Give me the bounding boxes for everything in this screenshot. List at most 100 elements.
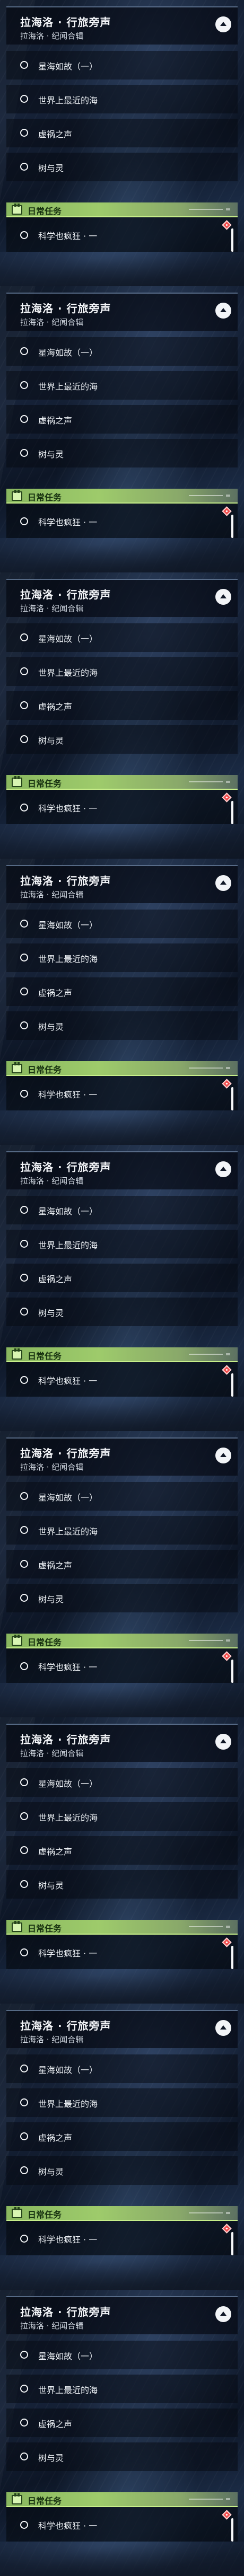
quest-header[interactable]: 拉海洛 · 行旅旁声 拉海洛 · 纪闻合辑 — [6, 1437, 238, 1476]
daily-task-item[interactable]: 科学也疯狂 · 一 — [6, 2507, 238, 2542]
objective-item[interactable]: 星海如故（一） — [6, 2054, 238, 2083]
objective-item[interactable]: 树与灵 — [6, 725, 238, 754]
daily-task-banner: 日常任务 — [6, 1347, 238, 1362]
daily-task-item[interactable]: 科学也疯狂 · 一 — [6, 1935, 238, 1969]
daily-task-item[interactable]: 科学也疯狂 · 一 — [6, 1362, 238, 1397]
quest-header[interactable]: 拉海洛 · 行旅旁声 拉海洛 · 纪闻合辑 — [6, 1724, 238, 1762]
objective-item[interactable]: 世界上最近的海 — [6, 2375, 238, 2403]
objective-item[interactable]: 虚祸之声 — [6, 1550, 238, 1578]
daily-task-item[interactable]: 科学也疯狂 · 一 — [6, 504, 238, 538]
objective-item[interactable]: 世界上最近的海 — [6, 85, 238, 113]
objective-item[interactable]: 星海如故（一） — [6, 51, 238, 80]
daily-task-item[interactable]: 科学也疯狂 · 一 — [6, 1648, 238, 1683]
quest-header[interactable]: 拉海洛 · 行旅旁声 拉海洛 · 纪闻合辑 — [6, 865, 238, 903]
circle-icon — [20, 1662, 28, 1670]
quest-panel: 拉海洛 · 行旅旁声 拉海洛 · 纪闻合辑星海如故（一） 世界上最近的海虚祸之声树与… — [0, 2004, 244, 2290]
objective-item[interactable]: 树与灵 — [6, 2442, 238, 2471]
objective-item[interactable]: 树与灵 — [6, 2156, 238, 2185]
scrollbar[interactable] — [231, 801, 233, 824]
quest-header[interactable]: 拉海洛 · 行旅旁声 拉海洛 · 纪闻合辑 — [6, 579, 238, 617]
objective-item[interactable]: 世界上最近的海 — [6, 2088, 238, 2117]
scrollbar[interactable] — [231, 515, 233, 538]
daily-task-banner: 日常任务 — [6, 1061, 238, 1076]
daily-task-banner: 日常任务 — [6, 1634, 238, 1648]
objective-item[interactable]: 虚祸之声 — [6, 2409, 238, 2437]
diamond-icon — [222, 220, 232, 230]
scrollbar[interactable] — [231, 1946, 233, 1969]
collapse-button[interactable] — [215, 1161, 231, 1177]
daily-task-item[interactable]: 科学也疯狂 · 一 — [6, 790, 238, 824]
quest-subtitle: 拉海洛 · 纪闻合辑 — [20, 604, 84, 613]
daily-task-item[interactable]: 科学也疯狂 · 一 — [6, 2221, 238, 2255]
scrollbar[interactable] — [231, 1087, 233, 1110]
objective-item[interactable]: 星海如故（一） — [6, 1482, 238, 1511]
quest-header[interactable]: 拉海洛 · 行旅旁声 拉海洛 · 纪闻合辑 — [6, 293, 238, 331]
objective-item[interactable]: 世界上最近的海 — [6, 371, 238, 400]
scrollbar[interactable] — [231, 1660, 233, 1683]
collapse-button[interactable] — [215, 875, 231, 891]
objective-item[interactable]: 星海如故（一） — [6, 910, 238, 938]
quest-header[interactable]: 拉海洛 · 行旅旁声 拉海洛 · 纪闻合辑 — [6, 2296, 238, 2334]
objective-item[interactable]: 星海如故（一） — [6, 1768, 238, 1797]
objective-item[interactable]: 星海如故（一） — [6, 2341, 238, 2369]
circle-icon — [20, 1308, 28, 1316]
daily-task-label: 科学也疯狂 · 一 — [38, 231, 98, 241]
circle-icon — [20, 1090, 28, 1098]
objective-item[interactable]: 树与灵 — [6, 1011, 238, 1040]
objective-label: 树与灵 — [38, 2453, 64, 2463]
chevron-up-icon — [220, 1167, 226, 1171]
collapse-button[interactable] — [215, 303, 231, 319]
objective-item[interactable]: 虚祸之声 — [6, 119, 238, 147]
objective-item[interactable]: 虚祸之声 — [6, 691, 238, 720]
collapse-button[interactable] — [215, 2020, 231, 2036]
objective-label: 虚祸之声 — [38, 2133, 73, 2143]
objective-item[interactable]: 星海如故（一） — [6, 1196, 238, 1224]
scrollbar[interactable] — [231, 1373, 233, 1397]
quest-title: 拉海洛 · 行旅旁声 — [20, 1733, 111, 1746]
quest-subtitle: 拉海洛 · 纪闻合辑 — [20, 31, 84, 41]
diamond-icon — [222, 506, 232, 516]
objective-item[interactable]: 世界上最近的海 — [6, 943, 238, 972]
quest-subtitle: 拉海洛 · 纪闻合辑 — [20, 1462, 84, 1472]
circle-icon — [20, 2166, 28, 2174]
collapse-button[interactable] — [215, 1448, 231, 1463]
calendar-icon — [12, 2207, 22, 2218]
background-strip — [0, 1110, 244, 1145]
objective-item[interactable]: 树与灵 — [6, 439, 238, 467]
objective-label: 世界上最近的海 — [38, 668, 98, 678]
objective-item[interactable]: 树与灵 — [6, 1870, 238, 1899]
objective-item[interactable]: 虚祸之声 — [6, 977, 238, 1006]
objective-item[interactable]: 虚祸之声 — [6, 2122, 238, 2151]
quest-subtitle: 拉海洛 · 纪闻合辑 — [20, 1176, 84, 1186]
objective-item[interactable]: 世界上最近的海 — [6, 1230, 238, 1258]
objective-item[interactable]: 虚祸之声 — [6, 405, 238, 434]
objective-item[interactable]: 世界上最近的海 — [6, 657, 238, 686]
objective-item[interactable]: 世界上最近的海 — [6, 1802, 238, 1831]
daily-task-item[interactable]: 科学也疯狂 · 一 — [6, 217, 238, 252]
objective-item[interactable]: 星海如故（一） — [6, 623, 238, 652]
daily-task-title: 日常任务 — [28, 1637, 62, 1647]
collapse-button[interactable] — [215, 589, 231, 605]
scrollbar[interactable] — [231, 2518, 233, 2542]
objective-item[interactable]: 树与灵 — [6, 1298, 238, 1326]
quest-header[interactable]: 拉海洛 · 行旅旁声 拉海洛 · 纪闻合辑 — [6, 6, 238, 45]
daily-task-item[interactable]: 科学也疯狂 · 一 — [6, 1076, 238, 1110]
objective-item[interactable]: 树与灵 — [6, 1584, 238, 1612]
objective-item[interactable]: 虚祸之声 — [6, 1264, 238, 1292]
collapse-button[interactable] — [215, 16, 231, 32]
objective-item[interactable]: 世界上最近的海 — [6, 1516, 238, 1545]
objective-item[interactable]: 星海如故（一） — [6, 337, 238, 366]
scrollbar[interactable] — [231, 2232, 233, 2255]
circle-icon — [20, 667, 28, 675]
quest-header[interactable]: 拉海洛 · 行旅旁声 拉海洛 · 纪闻合辑 — [6, 1151, 238, 1189]
collapse-button[interactable] — [215, 2306, 231, 2322]
objective-item[interactable]: 虚祸之声 — [6, 1836, 238, 1865]
daily-task-title: 日常任务 — [28, 1351, 62, 1361]
quest-header[interactable]: 拉海洛 · 行旅旁声 拉海洛 · 纪闻合辑 — [6, 2010, 238, 2048]
daily-task-label: 科学也疯狂 · 一 — [38, 517, 98, 527]
scrollbar[interactable] — [231, 228, 233, 252]
collapse-button[interactable] — [215, 1734, 231, 1750]
objective-item[interactable]: 树与灵 — [6, 153, 238, 181]
circle-icon — [20, 2132, 28, 2140]
objective-label: 星海如故（一） — [38, 920, 98, 930]
